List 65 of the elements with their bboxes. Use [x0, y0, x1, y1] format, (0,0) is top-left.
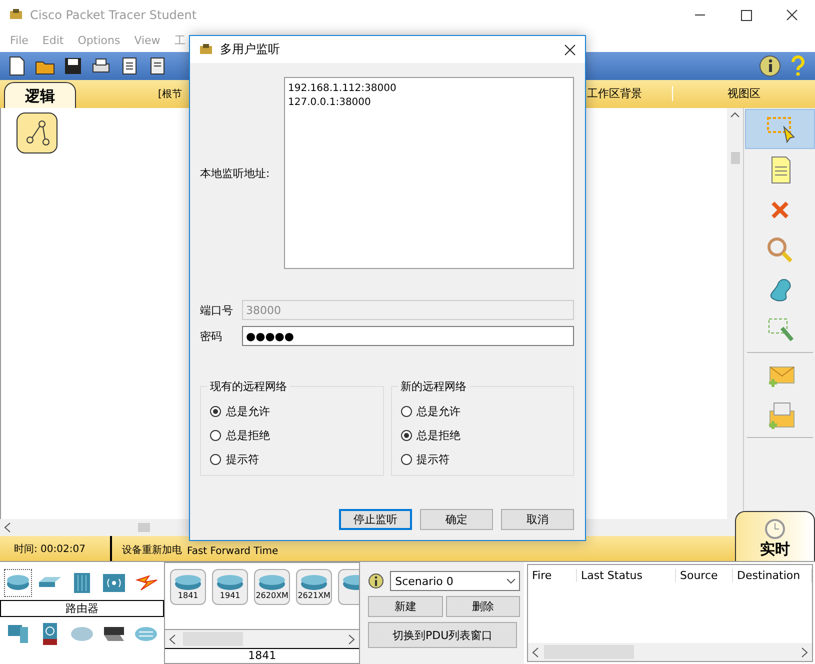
- close-icon[interactable]: [563, 42, 577, 56]
- model-label: 2621XM: [298, 591, 330, 600]
- power-cycle-button[interactable]: 设备重新加电: [122, 543, 182, 562]
- navigation-icon[interactable]: [16, 112, 58, 154]
- horizontal-scrollbar[interactable]: [528, 643, 812, 662]
- dialog-button[interactable]: 取消: [501, 509, 574, 530]
- scroll-thumb[interactable]: [730, 152, 740, 164]
- scroll-thumb[interactable]: [544, 645, 634, 660]
- vertical-scrollbar[interactable]: [727, 108, 744, 520]
- scroll-thumb[interactable]: [183, 632, 244, 646]
- dialog-title: 多用户监听: [220, 41, 280, 58]
- dialog-button[interactable]: 停止监听: [339, 509, 412, 530]
- scenario-value: Scenario 0: [395, 574, 454, 588]
- toolbar-item[interactable]: 视图区: [673, 86, 815, 102]
- password-label: 密码: [200, 328, 223, 344]
- column-header[interactable]: Destination: [733, 568, 812, 582]
- address-entry: 192.168.1.112:38000: [288, 82, 398, 96]
- realtime-tab[interactable]: 实时: [735, 511, 815, 562]
- model-label: 1841: [178, 591, 198, 600]
- radio-button[interactable]: [210, 430, 221, 440]
- radio-button[interactable]: [400, 406, 412, 416]
- radio-button[interactable]: [400, 454, 412, 464]
- column-header[interactable]: Source: [676, 568, 733, 582]
- radio-button[interactable]: [400, 430, 412, 440]
- info-icon[interactable]: [368, 573, 384, 590]
- fast-forward-button[interactable]: Fast Forward Time: [187, 546, 278, 562]
- radio-label[interactable]: 总是拒绝: [416, 428, 460, 442]
- address-entry: 127.0.0.1:38000: [288, 96, 372, 110]
- radio-button[interactable]: [210, 406, 221, 416]
- radio-button[interactable]: [210, 454, 221, 464]
- scenario-button[interactable]: 新建: [368, 596, 443, 618]
- group-title: 现有的远程网络: [207, 379, 290, 394]
- router-model[interactable]: 2621XM: [296, 569, 332, 606]
- radio-label[interactable]: 提示符: [416, 452, 450, 466]
- model-label: 1941: [220, 591, 240, 600]
- group-title: 新的远程网络: [398, 379, 470, 394]
- window-title: Cisco Packet Tracer Student: [30, 8, 197, 22]
- router-model[interactable]: 1941: [212, 569, 248, 606]
- model-label: 2620XM: [256, 591, 288, 600]
- password-field[interactable]: ●●●●●: [242, 326, 574, 346]
- dialog-button[interactable]: 确定: [420, 509, 493, 530]
- port-label: 端口号: [200, 302, 234, 318]
- logical-tab[interactable]: 逻辑: [4, 82, 76, 110]
- router-model[interactable]: 1841: [170, 569, 206, 606]
- scroll-thumb[interactable]: [138, 523, 150, 532]
- model-label: 1841: [165, 648, 360, 664]
- realtime-label: 实时: [760, 540, 790, 560]
- radio-label[interactable]: 总是允许: [416, 404, 460, 418]
- horizontal-scrollbar[interactable]: [165, 630, 360, 648]
- router-icon[interactable]: [5, 570, 32, 596]
- column-header[interactable]: Last Status: [577, 568, 676, 582]
- address-list[interactable]: 192.168.1.112:38000 127.0.0.1:38000: [284, 77, 574, 269]
- clock-icon: [764, 518, 786, 540]
- toolbar-item[interactable]: [根节: [152, 86, 188, 101]
- radio-label[interactable]: 总是拒绝: [226, 428, 270, 442]
- radio-label[interactable]: 总是允许: [226, 404, 270, 418]
- info-icon[interactable]: [759, 54, 781, 77]
- router-model[interactable]: 2620XM: [254, 569, 290, 606]
- pdu-list-button[interactable]: 切换到PDU列表窗口: [368, 622, 518, 648]
- scenario-dropdown[interactable]: Scenario 0: [390, 571, 520, 592]
- category-label: 路由器: [0, 600, 164, 618]
- scenario-button[interactable]: 删除: [446, 596, 520, 618]
- address-label: 本地监听地址:: [200, 166, 271, 180]
- radio-label[interactable]: 提示符: [226, 452, 259, 466]
- column-header[interactable]: Fire: [528, 568, 577, 582]
